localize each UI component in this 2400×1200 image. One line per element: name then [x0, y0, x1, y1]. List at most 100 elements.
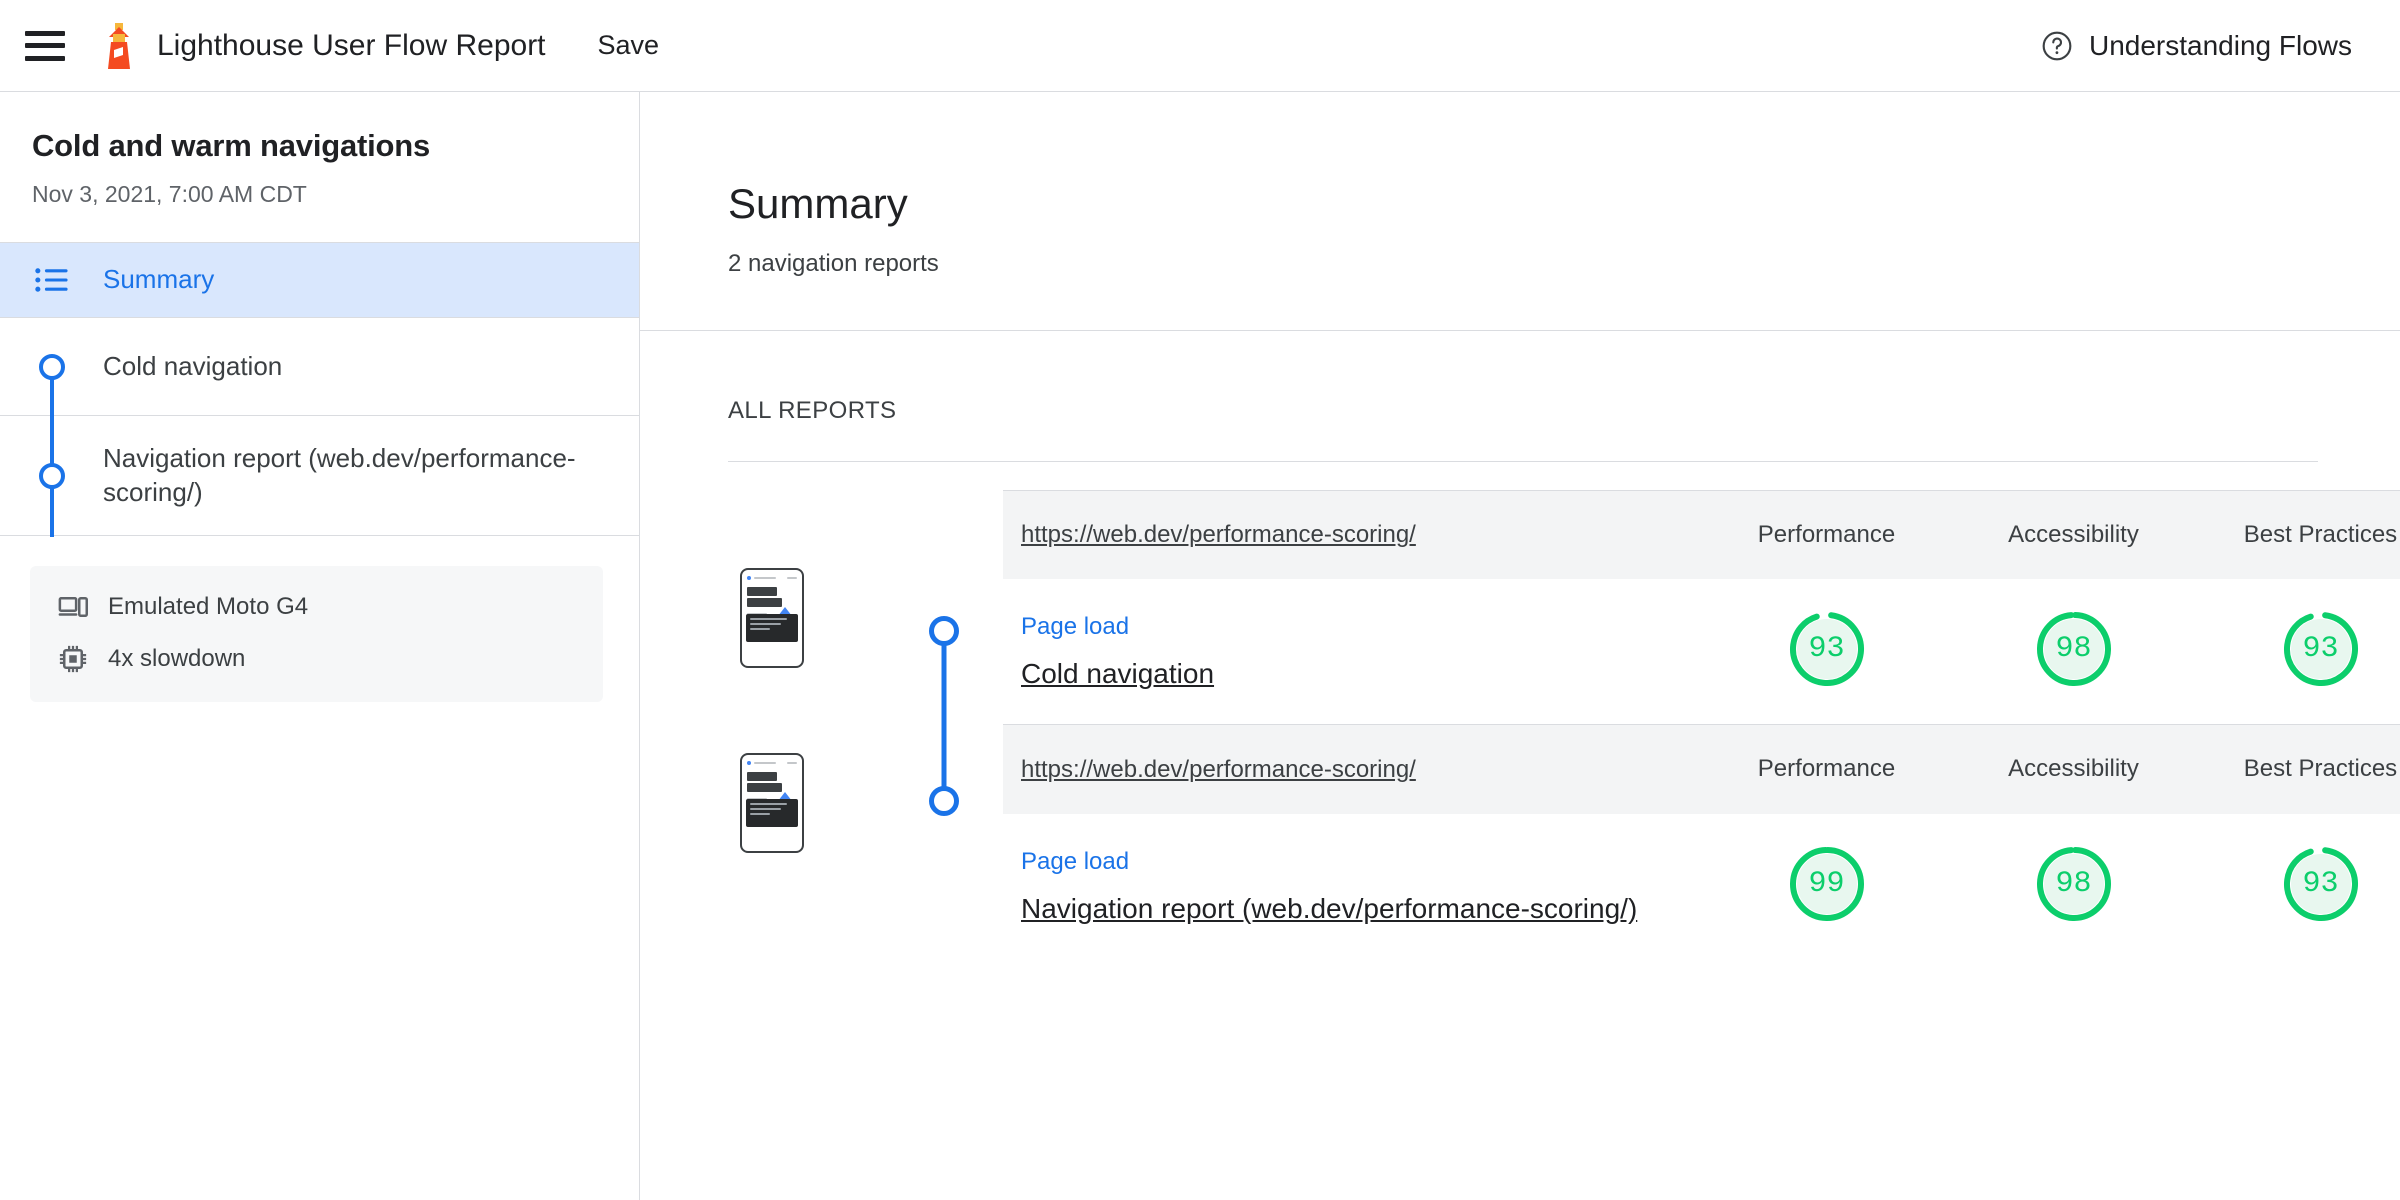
reports-list: https://web.dev/performance-scoring/ Per… — [728, 490, 2400, 959]
score-cell: 93 — [2197, 579, 2400, 725]
score-gauge[interactable]: 98 — [2034, 609, 2114, 689]
thumb-line — [787, 762, 797, 764]
thumb-line — [750, 618, 788, 620]
list-icon — [34, 267, 69, 293]
sidebar-item-label: Navigation report (web.dev/performance-s… — [103, 443, 576, 507]
page-screenshot-thumbnail[interactable] — [740, 568, 804, 668]
step-kind-link[interactable]: Page load — [1021, 613, 1703, 641]
hamburger-menu-icon[interactable] — [25, 30, 65, 61]
hamburger-bar — [25, 43, 65, 48]
score-value: 93 — [2302, 866, 2339, 901]
thumb-code-block — [746, 614, 798, 642]
page-screenshot-thumbnail[interactable] — [740, 753, 804, 853]
cpu-throttling-label: 4x slowdown — [108, 645, 246, 672]
step-kind-link[interactable]: Page load — [1021, 848, 1703, 876]
score-gauge[interactable]: 99 — [1787, 844, 1867, 924]
thumb-dot — [747, 761, 751, 765]
metric-header-cell: Best Practices — [2197, 724, 2400, 814]
thumb-dot — [747, 576, 751, 580]
page-subtitle: 2 navigation reports — [728, 250, 939, 277]
cpu-throttling-row: 4x slowdown — [58, 644, 575, 674]
thumb-line — [750, 808, 781, 810]
report-block: https://web.dev/performance-scoring/ Per… — [728, 490, 2400, 725]
report-url-cell: https://web.dev/performance-scoring/ — [1003, 724, 1703, 814]
sidebar: Cold and warm navigations Nov 3, 2021, 7… — [0, 92, 640, 1200]
thumb-heading — [747, 598, 782, 607]
step-name-link[interactable]: Navigation report (web.dev/performance-s… — [1021, 893, 1637, 925]
score-cell: 93 — [1703, 579, 1950, 725]
metric-header-cell: Performance — [1703, 490, 1950, 580]
summary-header: Summary 2 navigation reports — [640, 92, 2400, 331]
page-title: Summary — [728, 180, 908, 227]
flow-name: Cold and warm navigations — [32, 128, 431, 163]
thumb-heading — [747, 772, 777, 781]
thumb-line — [750, 803, 788, 805]
cpu-chip-icon — [58, 644, 88, 674]
app-topbar: Lighthouse User Flow Report Save Underst… — [0, 0, 2400, 92]
sidebar-item-cold-navigation[interactable]: Cold navigation — [0, 318, 639, 417]
lighthouse-logo-icon — [103, 22, 135, 69]
score-value: 98 — [2055, 866, 2092, 901]
thumb-heading — [747, 587, 777, 596]
sidebar-icon-slot — [0, 414, 103, 537]
all-reports-label: ALL REPORTS — [728, 397, 897, 424]
score-gauge[interactable]: 93 — [1787, 609, 1867, 689]
metric-label: Performance — [1757, 755, 1896, 783]
sidebar-icon-slot — [0, 243, 103, 317]
table-header-row: https://web.dev/performance-scoring/ Per… — [1003, 490, 2400, 580]
sidebar-item-label: Cold navigation — [103, 350, 283, 381]
metric-header-cell: Performance — [1703, 724, 1950, 814]
timeline-node-icon — [38, 353, 65, 380]
table-row: Page load Cold navigation 93 98 93 — [1003, 579, 2400, 725]
device-emulation-label: Emulated Moto G4 — [108, 593, 309, 620]
report-table: https://web.dev/performance-scoring/ Per… — [1003, 724, 2400, 959]
score-value: 93 — [2302, 632, 2339, 667]
metric-header-cell: Accessibility — [1950, 490, 2197, 580]
flow-timestamp: Nov 3, 2021, 7:00 AM CDT — [32, 181, 307, 207]
metric-header-cell: Best Practices — [2197, 490, 2400, 580]
devices-icon — [58, 592, 88, 622]
report-block: https://web.dev/performance-scoring/ Per… — [728, 724, 2400, 959]
score-value: 99 — [1808, 866, 1845, 901]
score-cell: 93 — [2197, 813, 2400, 959]
thumb-line — [787, 577, 797, 579]
report-table: https://web.dev/performance-scoring/ Per… — [1003, 490, 2400, 725]
score-gauge[interactable]: 93 — [2281, 844, 2361, 924]
score-value: 93 — [1808, 632, 1845, 667]
thumb-line — [750, 623, 781, 625]
report-url-link[interactable]: https://web.dev/performance-scoring/ — [1021, 756, 1416, 783]
thumb-line — [754, 577, 776, 579]
report-step-cell: Page load Navigation report (web.dev/per… — [1003, 813, 1703, 959]
table-row: Page load Navigation report (web.dev/per… — [1003, 813, 2400, 959]
score-gauge[interactable]: 93 — [2281, 609, 2361, 689]
thumb-line — [750, 628, 770, 630]
score-cell: 98 — [1950, 813, 2197, 959]
thumb-line — [754, 762, 776, 764]
thumb-browser-chrome — [747, 576, 797, 580]
connector-column — [888, 724, 1003, 958]
report-url-link[interactable]: https://web.dev/performance-scoring/ — [1021, 521, 1416, 548]
report-table-column: https://web.dev/performance-scoring/ Per… — [1003, 724, 2400, 959]
sidebar-item-navigation-report[interactable]: Navigation report (web.dev/performance-s… — [0, 414, 639, 537]
sidebar-item-summary[interactable]: Summary — [0, 243, 639, 318]
device-settings-card: Emulated Moto G4 4x slowdown — [30, 566, 603, 702]
sidebar-flow-header: Cold and warm navigations Nov 3, 2021, 7… — [0, 92, 639, 243]
report-table-column: https://web.dev/performance-scoring/ Per… — [1003, 490, 2400, 725]
sidebar-icon-slot — [0, 318, 103, 417]
sidebar-item-label: Summary — [103, 264, 215, 295]
thumb-line — [750, 813, 770, 815]
score-value: 98 — [2055, 632, 2092, 667]
thumb-heading — [747, 783, 782, 792]
report-step-cell: Page load Cold navigation — [1003, 579, 1703, 725]
understanding-flows-link[interactable]: Understanding Flows — [2041, 30, 2352, 62]
metric-label: Accessibility — [2008, 755, 2139, 783]
connector-column — [888, 490, 1003, 724]
metric-label: Accessibility — [2008, 521, 2139, 548]
thumb-browser-chrome — [747, 761, 797, 765]
metric-header-cell: Accessibility — [1950, 724, 2197, 814]
score-gauge[interactable]: 98 — [2034, 844, 2114, 924]
understanding-flows-label: Understanding Flows — [2088, 29, 2352, 61]
page-body: Cold and warm navigations Nov 3, 2021, 7… — [0, 92, 2400, 1200]
step-name-link[interactable]: Cold navigation — [1021, 658, 1214, 690]
save-button[interactable]: Save — [598, 30, 660, 61]
